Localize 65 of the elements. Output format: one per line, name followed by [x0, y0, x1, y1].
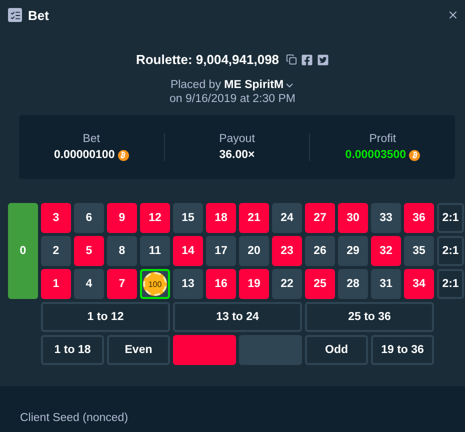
number-cell[interactable]: 35: [404, 236, 434, 266]
number-cell[interactable]: 1: [41, 269, 71, 299]
bet-date: on 9/16/2019 at 2:30 PM: [170, 93, 296, 105]
stat-value: 0.00003500: [345, 149, 406, 161]
bitcoin-icon: [409, 150, 420, 160]
number-cell[interactable]: 28: [338, 269, 368, 299]
number-cell[interactable]: 36: [404, 203, 434, 233]
number-cell[interactable]: 20: [239, 236, 269, 266]
number-cell[interactable]: 22: [272, 269, 302, 299]
number-cell[interactable]: 24: [272, 203, 302, 233]
number-cell[interactable]: 2: [41, 236, 71, 266]
number-cell[interactable]: 12: [140, 203, 170, 233]
number-cell[interactable]: 25: [305, 269, 335, 299]
number-cell[interactable]: 17: [206, 236, 236, 266]
placed-by-text: Placed by ME SpiritM: [170, 79, 284, 91]
color-bet-cell[interactable]: [239, 335, 302, 365]
number-cell[interactable]: 32: [371, 236, 401, 266]
number-cell[interactable]: 5: [74, 236, 104, 266]
number-cell[interactable]: 14: [173, 236, 203, 266]
window-title: Bet: [28, 8, 50, 22]
stat-value: 36.00×: [219, 149, 255, 161]
copy-icon[interactable]: [286, 54, 298, 65]
number-cell[interactable]: 18: [206, 203, 236, 233]
number-cell[interactable]: 15: [173, 203, 203, 233]
number-cell[interactable]: 34: [404, 269, 434, 299]
number-cell[interactable]: 29: [338, 236, 368, 266]
number-cell[interactable]: 16: [206, 269, 236, 299]
dozen-bet-cell[interactable]: 1 to 12: [41, 302, 170, 332]
stat-label: Payout: [219, 133, 255, 145]
number-cell[interactable]: 11: [140, 236, 170, 266]
number-cell[interactable]: 3: [41, 203, 71, 233]
number-cell[interactable]: 30: [338, 203, 368, 233]
number-cell[interactable]: 4: [74, 269, 104, 299]
number-cell[interactable]: 19: [239, 269, 269, 299]
number-cell[interactable]: 6: [74, 203, 104, 233]
number-cell[interactable]: 23: [272, 236, 302, 266]
number-cell[interactable]: 33: [371, 203, 401, 233]
number-cell[interactable]: 9: [107, 203, 137, 233]
column-bet-cell[interactable]: 2:1: [437, 236, 464, 266]
outside-bet-cell[interactable]: Even: [107, 335, 170, 365]
twitter-icon[interactable]: [317, 54, 330, 66]
facebook-icon[interactable]: [301, 54, 314, 66]
game-title: Roulette: 9,004,941,098: [136, 52, 280, 67]
number-cell[interactable]: 13: [173, 269, 203, 299]
number-cell[interactable]: 7: [107, 269, 137, 299]
color-bet-cell[interactable]: [173, 335, 236, 365]
outside-bet-cell[interactable]: Odd: [305, 335, 368, 365]
number-cell[interactable]: 27: [305, 203, 335, 233]
close-icon[interactable]: [447, 9, 459, 21]
dozen-bet-cell[interactable]: 25 to 36: [305, 302, 434, 332]
outside-bet-cell[interactable]: 1 to 18: [41, 335, 104, 365]
number-cell[interactable]: 31: [371, 269, 401, 299]
bitcoin-icon: [118, 150, 129, 160]
bet-list-icon: [8, 8, 22, 22]
dozen-bet-cell[interactable]: 13 to 24: [173, 302, 302, 332]
outside-bet-cell[interactable]: 19 to 36: [371, 335, 434, 365]
number-cell[interactable]: 21: [239, 203, 269, 233]
number-cell[interactable]: 26: [305, 236, 335, 266]
stat-label: Bet: [82, 133, 100, 145]
stat-value: 0.00000100: [54, 149, 115, 161]
number-cell[interactable]: 8: [107, 236, 137, 266]
seed-label: Client Seed (nonced): [20, 412, 128, 424]
column-bet-cell[interactable]: 2:1: [437, 269, 464, 299]
column-bet-cell[interactable]: 2:1: [437, 203, 464, 233]
stat-label: Profit: [369, 133, 396, 145]
